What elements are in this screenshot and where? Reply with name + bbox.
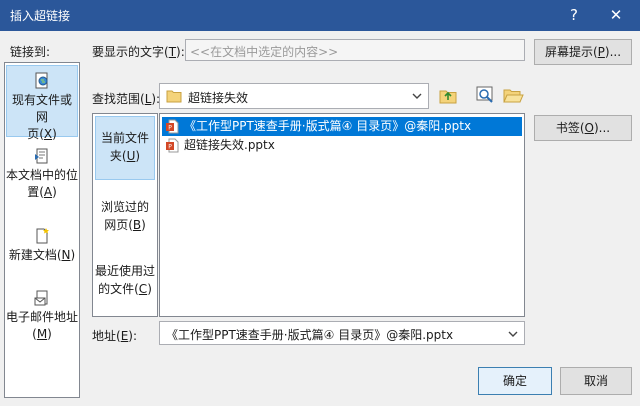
place-in-document-icon: [35, 148, 48, 164]
title-bar: 插入超链接 ? ✕: [0, 0, 640, 31]
look-in-dropdown[interactable]: 超链接失效: [159, 83, 429, 109]
file-list[interactable]: P 《工作型PPT速查手册·版式篇④ 目录页》@秦阳.pptx P 超链接失效.…: [159, 113, 525, 317]
ok-button[interactable]: 确定: [478, 367, 552, 395]
sidebar-item-place-in-document[interactable]: 本文档中的位 置(A): [6, 147, 78, 211]
sidebar-item-existing-file[interactable]: 现有文件或网 页(X): [6, 65, 78, 141]
display-text-label: 要显示的文字(T):: [92, 45, 185, 59]
file-item[interactable]: P 超链接失效.pptx: [162, 136, 522, 155]
link-type-sidebar: 现有文件或网 页(X) 本文档中的位 置(A) 新建文档(N) 电子邮件地址 (…: [4, 62, 80, 398]
pptx-file-icon: P: [166, 138, 179, 153]
chevron-down-icon: [412, 93, 422, 99]
svg-text:P: P: [168, 125, 172, 132]
open-folder-icon: [503, 89, 524, 103]
screen-tip-button[interactable]: 屏幕提示(P)...: [534, 39, 632, 65]
browse-web-icon: [476, 86, 493, 103]
close-button[interactable]: ✕: [604, 4, 628, 26]
sidebar-item-email-address[interactable]: 电子邮件地址 (M): [6, 289, 78, 353]
file-item[interactable]: P 《工作型PPT速查手册·版式篇④ 目录页》@秦阳.pptx: [162, 117, 522, 136]
place-browsed-pages[interactable]: 浏览过的 网页(B): [95, 198, 155, 238]
dialog-title: 插入超链接: [10, 9, 71, 23]
folder-icon: [166, 90, 182, 103]
chevron-down-icon: [508, 331, 518, 337]
display-text-input[interactable]: <<在文档中选定的内容>>: [185, 39, 525, 61]
sidebar-item-new-document[interactable]: 新建文档(N): [6, 227, 78, 275]
svg-text:P: P: [168, 144, 172, 151]
browse-file-button[interactable]: [502, 84, 524, 106]
look-in-label: 查找范围(L):: [92, 92, 161, 106]
cancel-button[interactable]: 取消: [560, 367, 632, 395]
link-to-label: 链接到:: [10, 45, 51, 59]
new-document-icon: [36, 228, 49, 244]
browse-web-button[interactable]: [474, 84, 496, 106]
bookmark-button[interactable]: 书签(O)...: [534, 115, 632, 141]
place-recent-files[interactable]: 最近使用过 的文件(C): [95, 262, 155, 302]
places-bar: 当前文件 夹(U) 浏览过的 网页(B) 最近使用过 的文件(C): [92, 113, 158, 317]
place-current-folder[interactable]: 当前文件 夹(U): [95, 116, 155, 180]
email-icon: [34, 290, 48, 306]
up-folder-button[interactable]: [437, 84, 459, 106]
up-folder-icon: [439, 90, 457, 104]
help-button[interactable]: ?: [562, 4, 586, 26]
pptx-file-icon: P: [166, 119, 179, 134]
address-input[interactable]: 《工作型PPT速查手册·版式篇④ 目录页》@秦阳.pptx: [159, 321, 525, 345]
address-label: 地址(E):: [92, 329, 138, 343]
existing-file-icon: [35, 72, 48, 89]
